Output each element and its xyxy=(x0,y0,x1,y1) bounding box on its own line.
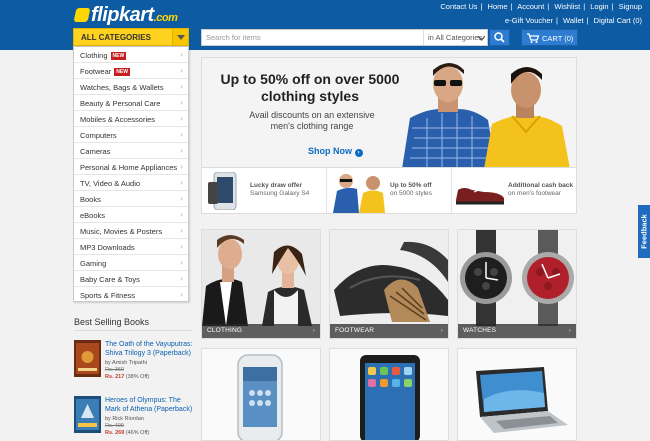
new-badge: NEW xyxy=(114,68,130,76)
search-box[interactable]: Search for items in All Categories xyxy=(201,29,488,46)
chevron-right-icon: › xyxy=(180,194,183,203)
category-item-music[interactable]: Music, Movies & Posters › xyxy=(74,223,188,239)
flipkart-bag-icon xyxy=(73,8,91,22)
wishlist-link[interactable]: Wishlist xyxy=(554,2,580,11)
tile-clothing[interactable]: CLOTHING › xyxy=(201,229,321,339)
login-link[interactable]: Login xyxy=(590,2,608,11)
wallet-link[interactable]: Wallet xyxy=(563,16,584,25)
laptop-image xyxy=(458,349,576,440)
category-item-beauty[interactable]: Beauty & Personal Care › xyxy=(74,95,188,111)
cart-button[interactable]: CART (0) xyxy=(521,29,578,46)
tile-label: WATCHES › xyxy=(458,324,576,338)
promo-clothing-offer[interactable]: Up to 50% off on 5000 styles xyxy=(327,168,452,213)
chevron-right-icon: › xyxy=(180,290,183,299)
cart-icon xyxy=(527,33,540,43)
arrow-right-circle-icon: › xyxy=(354,149,363,157)
search-input[interactable]: Search for items xyxy=(206,33,261,42)
promo-lucky-draw[interactable]: Lucky draw offer Samsung Galaxy S4 xyxy=(202,168,327,213)
category-item-mp3[interactable]: MP3 Downloads › xyxy=(74,239,188,255)
tile-label: CLOTHING › xyxy=(202,324,320,338)
search-category-select[interactable]: in All Categories xyxy=(423,30,489,45)
tile-label: FOOTWEAR › xyxy=(330,324,448,338)
category-item-footwear[interactable]: Footwear NEW › xyxy=(74,63,188,79)
cart-label: CART (0) xyxy=(542,34,574,43)
category-item-tv[interactable]: TV, Video & Audio › xyxy=(74,175,188,191)
chevron-right-icon: › xyxy=(312,327,315,334)
chevron-right-icon: › xyxy=(568,327,571,334)
sub-links: e-Gift Voucher | Wallet | Digital Cart (0) xyxy=(505,16,642,25)
chevron-right-icon: › xyxy=(180,50,183,59)
chevron-down-icon xyxy=(172,29,188,45)
bestsellers-heading: Best Selling Books xyxy=(74,317,150,327)
tile-watches[interactable]: WATCHES › xyxy=(457,229,577,339)
account-link[interactable]: Account xyxy=(517,2,544,11)
category-item-cameras[interactable]: Cameras › xyxy=(74,143,188,159)
tablet-image xyxy=(330,349,448,440)
signup-link[interactable]: Signup xyxy=(619,2,642,11)
chevron-right-icon: › xyxy=(180,258,183,267)
top-links: Contact Us | Home | Account | Wishlist | Log… xyxy=(440,2,642,11)
search-icon xyxy=(494,32,505,43)
all-categories-button[interactable]: ALL CATEGORIES xyxy=(73,28,189,46)
category-item-mobiles[interactable]: Mobiles & Accessories › xyxy=(74,111,188,127)
chevron-right-icon: › xyxy=(440,327,443,334)
promo-strip: Lucky draw offer Samsung Galaxy S4 Up to … xyxy=(201,168,577,214)
chevron-right-icon: › xyxy=(180,66,183,75)
category-item-baby[interactable]: Baby Care & Toys › xyxy=(74,271,188,287)
chevron-down-icon xyxy=(478,36,485,41)
category-item-watches[interactable]: Watches, Bags & Wallets › xyxy=(74,79,188,95)
divider xyxy=(74,330,192,331)
chevron-right-icon: › xyxy=(180,242,183,251)
promo-cashback[interactable]: Additional cash back on men's footwear xyxy=(452,168,577,213)
category-item-clothing[interactable]: Clothing NEW › xyxy=(74,47,188,63)
all-categories-label: ALL CATEGORIES xyxy=(81,33,151,42)
chevron-right-icon: › xyxy=(180,210,183,219)
hero-headline: Up to 50% off on over 5000 clothing styl… xyxy=(220,71,400,104)
chevron-right-icon: › xyxy=(180,130,183,139)
category-item-gaming[interactable]: Gaming › xyxy=(74,255,188,271)
phone-image xyxy=(208,172,237,210)
feedback-label: Feedback xyxy=(639,214,649,249)
gift-voucher-link[interactable]: e-Gift Voucher xyxy=(505,16,553,25)
shop-now-link[interactable]: Shop Now › xyxy=(308,146,363,157)
tile-footwear[interactable]: FOOTWEAR › xyxy=(329,229,449,339)
category-item-books[interactable]: Books › xyxy=(74,191,188,207)
new-badge: NEW xyxy=(110,52,127,60)
category-item-appliances[interactable]: Personal & Home Appliances › xyxy=(74,159,188,175)
category-item-computers[interactable]: Computers › xyxy=(74,127,188,143)
category-item-sports[interactable]: Sports & Fitness › xyxy=(74,287,188,303)
chevron-right-icon: › xyxy=(180,226,183,235)
search-button[interactable] xyxy=(489,29,510,46)
contact-us-link[interactable]: Contact Us xyxy=(440,2,477,11)
footwear-image xyxy=(330,230,448,326)
home-link[interactable]: Home xyxy=(488,2,508,11)
hero-models-image xyxy=(402,63,570,167)
chevron-right-icon: › xyxy=(180,146,183,155)
digital-cart-link[interactable]: Digital Cart (0) xyxy=(594,16,642,25)
tile-laptops[interactable] xyxy=(457,348,577,441)
chevron-right-icon: › xyxy=(180,114,183,123)
shoe-image xyxy=(456,187,504,205)
tile-tablets[interactable] xyxy=(329,348,449,441)
book-title-link[interactable]: Heroes of Olympus: The Mark of Athena (P… xyxy=(105,396,197,414)
clothing-image xyxy=(202,230,320,326)
mobiles-image xyxy=(202,349,320,440)
chevron-right-icon: › xyxy=(180,274,183,283)
book-cover-image[interactable] xyxy=(74,340,101,377)
chevron-right-icon: › xyxy=(180,82,183,91)
book-title-link[interactable]: The Oath of the Vayuputras: Shiva Trilog… xyxy=(105,340,197,358)
tile-mobiles[interactable] xyxy=(201,348,321,441)
category-menu: Clothing NEW › Footwear NEW › Watches, Bags … xyxy=(73,46,189,302)
watches-image xyxy=(458,230,576,326)
chevron-right-icon: › xyxy=(180,98,183,107)
category-item-ebooks[interactable]: eBooks › xyxy=(74,207,188,223)
chevron-right-icon: › xyxy=(180,162,183,171)
models-thumbnail-image xyxy=(333,174,385,213)
flipkart-logo[interactable]: flipkart.com xyxy=(73,4,178,27)
hero-subline: Avail discounts on an extensive men's cl… xyxy=(249,110,375,131)
book-cover-image[interactable] xyxy=(74,396,101,433)
chevron-right-icon: › xyxy=(180,178,183,187)
feedback-tab[interactable]: Feedback xyxy=(638,205,650,258)
hero-banner[interactable]: Up to 50% off on over 5000 clothing styl… xyxy=(201,57,577,168)
